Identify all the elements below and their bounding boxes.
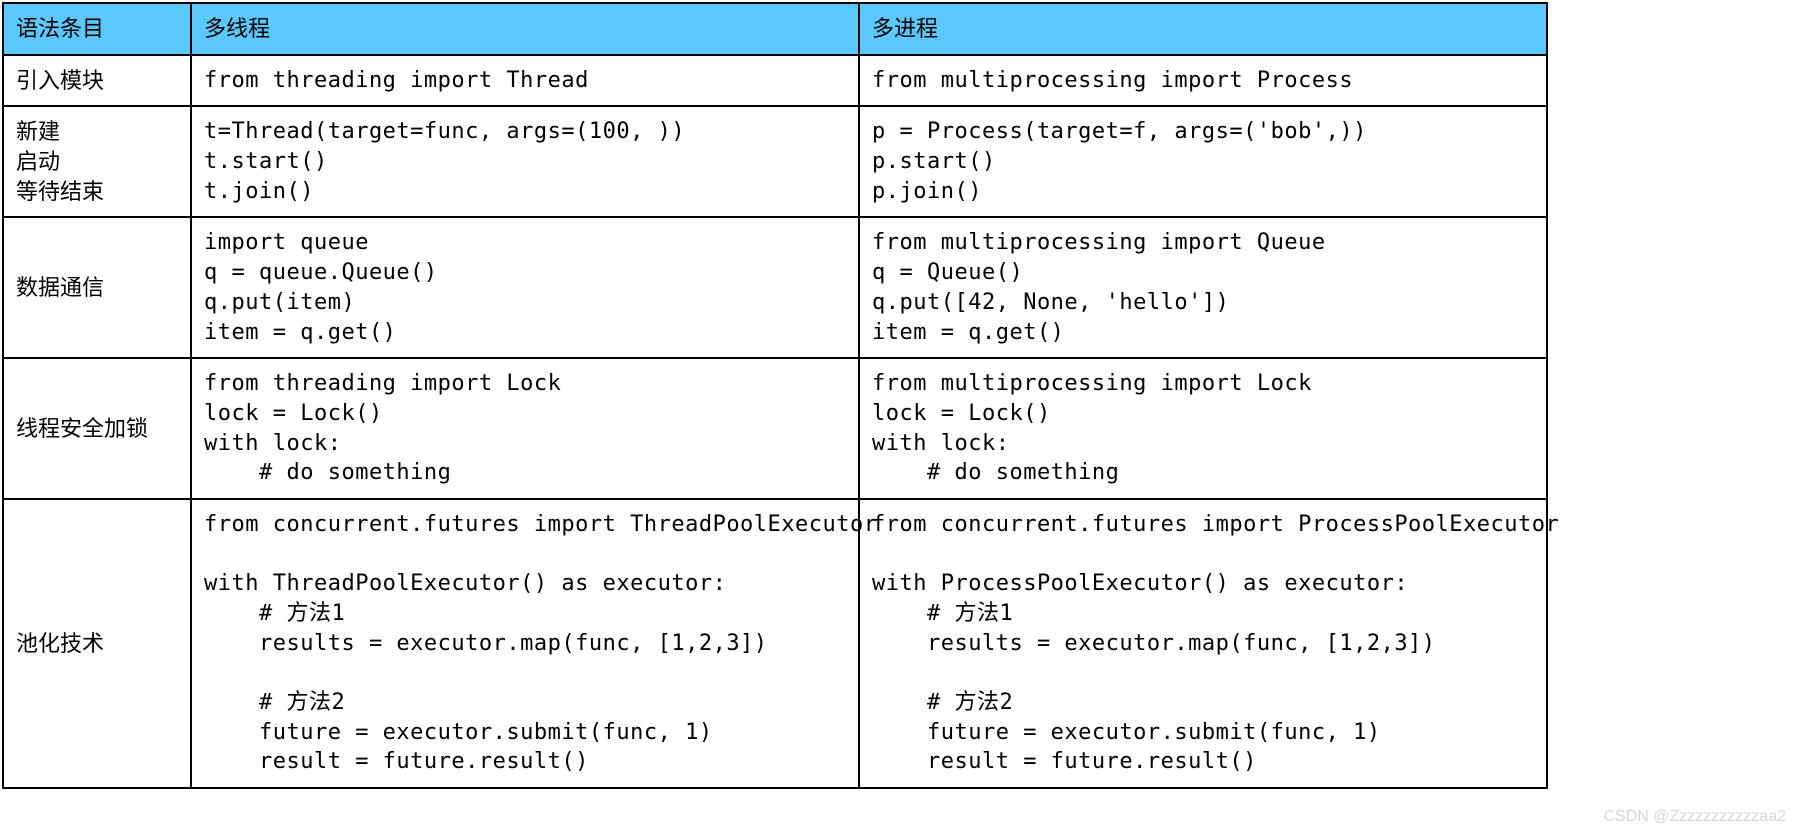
row-thread-code: from threading import Thread <box>191 55 859 107</box>
row-label: 新建 启动 等待结束 <box>3 106 191 217</box>
row-thread-code: t=Thread(target=func, args=(100, )) t.st… <box>191 106 859 217</box>
row-process-code: from multiprocessing import Queue q = Qu… <box>859 217 1547 358</box>
table-row: 新建 启动 等待结束 t=Thread(target=func, args=(1… <box>3 106 1547 217</box>
table-row: 线程安全加锁 from threading import Lock lock =… <box>3 358 1547 499</box>
table-row: 数据通信 import queue q = queue.Queue() q.pu… <box>3 217 1547 358</box>
header-syntax-item: 语法条目 <box>3 3 191 55</box>
row-label: 数据通信 <box>3 217 191 358</box>
table-header-row: 语法条目 多线程 多进程 <box>3 3 1547 55</box>
row-thread-code: from threading import Lock lock = Lock()… <box>191 358 859 499</box>
watermark-text: CSDN @Zzzzzzzzzzzaa2 <box>1604 808 1787 826</box>
row-thread-code: import queue q = queue.Queue() q.put(ite… <box>191 217 859 358</box>
row-label: 线程安全加锁 <box>3 358 191 499</box>
row-process-code: p = Process(target=f, args=('bob',)) p.s… <box>859 106 1547 217</box>
row-process-code: from multiprocessing import Process <box>859 55 1547 107</box>
row-process-code: from multiprocessing import Lock lock = … <box>859 358 1547 499</box>
header-multithread: 多线程 <box>191 3 859 55</box>
comparison-table: 语法条目 多线程 多进程 引入模块 from threading import … <box>2 2 1548 789</box>
row-label: 池化技术 <box>3 499 191 788</box>
table-row: 池化技术 from concurrent.futures import Thre… <box>3 499 1547 788</box>
row-label: 引入模块 <box>3 55 191 107</box>
row-thread-code: from concurrent.futures import ThreadPoo… <box>191 499 859 788</box>
row-process-code: from concurrent.futures import ProcessPo… <box>859 499 1547 788</box>
table-row: 引入模块 from threading import Thread from m… <box>3 55 1547 107</box>
header-multiprocess: 多进程 <box>859 3 1547 55</box>
